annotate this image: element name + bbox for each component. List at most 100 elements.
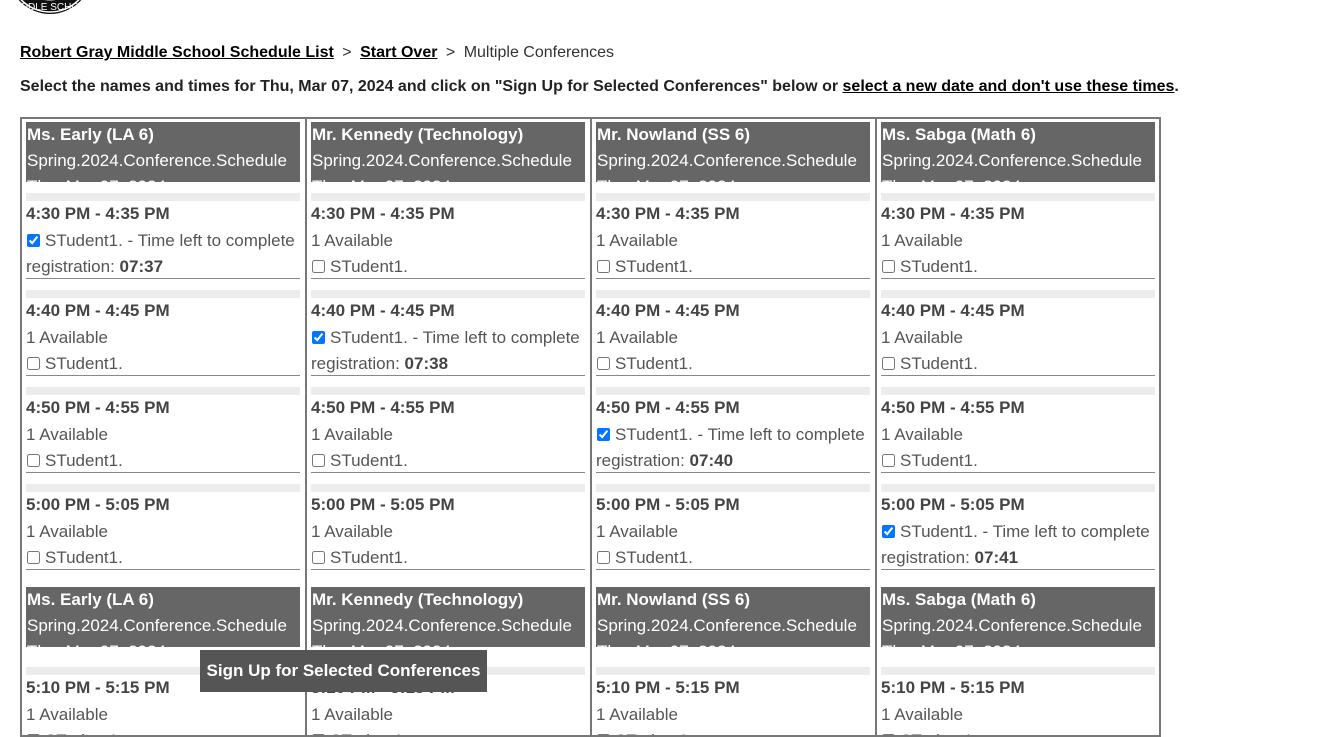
teacher-name: Ms. Early (LA 6) bbox=[27, 125, 154, 144]
student-checkbox[interactable] bbox=[597, 357, 610, 370]
student-option: STudent1. bbox=[881, 351, 1155, 378]
slot-divider bbox=[596, 290, 870, 298]
slot-availability: 1 Available bbox=[881, 230, 963, 250]
sign-up-selected-button[interactable]: Sign Up for Selected Conferences bbox=[200, 650, 487, 692]
schedule-name: Spring.2024.Conference.Schedule bbox=[597, 616, 857, 635]
slot-availability: 1 Available bbox=[881, 327, 963, 347]
slot-time: 4:50 PM - 4:55 PM bbox=[881, 398, 1025, 417]
student-name: STudent1. bbox=[45, 451, 123, 470]
slot-time: 4:30 PM - 4:35 PM bbox=[881, 204, 1025, 223]
student-checkbox[interactable] bbox=[882, 260, 895, 273]
slot-availability: 1 Available bbox=[596, 327, 678, 347]
student-checkbox[interactable] bbox=[312, 330, 325, 344]
time-slot: 4:30 PM - 4:35 PM 1 Available STudent1. bbox=[881, 193, 1155, 281]
student-checkbox[interactable] bbox=[27, 551, 40, 564]
student-name: STudent1. bbox=[330, 548, 408, 567]
student-checkbox[interactable] bbox=[27, 233, 40, 247]
student-name: STudent1. bbox=[45, 230, 123, 250]
slot-time: 4:30 PM - 4:35 PM bbox=[26, 204, 170, 223]
time-left-value: 07:40 bbox=[689, 451, 734, 470]
slot-divider bbox=[881, 387, 1155, 395]
slot-time: 4:50 PM - 4:55 PM bbox=[26, 398, 170, 417]
student-option: STudent1. bbox=[311, 254, 585, 281]
time-slot: 4:30 PM - 4:35 PM 1 Available STudent1. bbox=[596, 193, 870, 281]
slot-time: 5:00 PM - 5:05 PM bbox=[311, 495, 455, 514]
slot-availability: 1 Available bbox=[596, 230, 678, 250]
teacher-header: Ms. Early (LA 6) Spring.2024.Conference.S… bbox=[26, 587, 300, 647]
student-checkbox[interactable] bbox=[882, 454, 895, 467]
student-option: STudent1. bbox=[881, 728, 1155, 735]
conference-grid: Ms. Early (LA 6) Spring.2024.Conference.S… bbox=[20, 117, 1161, 737]
slot-availability: 1 Available bbox=[26, 521, 108, 541]
time-slot: 4:50 PM - 4:55 PM STudent1. - Time left t… bbox=[596, 387, 870, 473]
time-slot: 4:50 PM - 4:55 PM 1 Available STudent1. bbox=[881, 387, 1155, 473]
student-name: STudent1. bbox=[45, 548, 123, 567]
slot-time: 5:00 PM - 5:05 PM bbox=[26, 495, 170, 514]
time-slot: 4:50 PM - 4:55 PM 1 Available STudent1. bbox=[311, 387, 585, 475]
teacher-header: Ms. Sabga (Math 6) Spring.2024.Conference… bbox=[881, 122, 1155, 182]
student-checkbox[interactable] bbox=[882, 357, 895, 370]
student-checkbox[interactable] bbox=[27, 357, 40, 370]
teacher-name: Mr. Nowland (SS 6) bbox=[597, 590, 751, 609]
slot-time: 5:10 PM - 5:15 PM bbox=[881, 678, 1025, 697]
student-checkbox[interactable] bbox=[597, 551, 610, 564]
student-checkbox[interactable] bbox=[597, 260, 610, 273]
slot-time: 4:30 PM - 4:35 PM bbox=[596, 204, 740, 223]
school-schedule-list-link[interactable]: Robert Gray Middle School Schedule List bbox=[20, 44, 334, 61]
teacher-column: Ms. Sabga (Math 6) Spring.2024.Conference… bbox=[877, 119, 1159, 735]
slot-time: 4:40 PM - 4:45 PM bbox=[881, 301, 1025, 320]
student-option: STudent1. bbox=[596, 728, 870, 735]
student-option: STudent1. bbox=[311, 448, 585, 475]
slot-divider bbox=[881, 667, 1155, 675]
student-checkbox[interactable] bbox=[312, 454, 325, 467]
slot-divider bbox=[311, 290, 585, 298]
slot-time: 4:50 PM - 4:55 PM bbox=[596, 398, 740, 417]
slot-divider bbox=[881, 193, 1155, 201]
slot-divider bbox=[26, 290, 300, 298]
slot-availability: 1 Available bbox=[311, 521, 393, 541]
teacher-name: Ms. Sabga (Math 6) bbox=[882, 590, 1036, 609]
student-name: STudent1. bbox=[900, 451, 978, 470]
slot-availability: 1 Available bbox=[311, 424, 393, 444]
slot-time: 5:00 PM - 5:05 PM bbox=[881, 495, 1025, 514]
teacher-name: Mr. Kennedy (Technology) bbox=[312, 125, 524, 144]
student-checkbox[interactable] bbox=[882, 524, 895, 538]
slot-divider bbox=[596, 484, 870, 492]
schedule-date: Thu, Mar 07, 2024 bbox=[597, 639, 869, 647]
student-option: STudent1. - Time left to complete regist… bbox=[881, 519, 1155, 572]
schedule-date: Thu, Mar 07, 2024 bbox=[312, 174, 584, 182]
slot-divider bbox=[311, 387, 585, 395]
slot-availability: 1 Available bbox=[596, 521, 678, 541]
student-checkbox[interactable] bbox=[27, 454, 40, 467]
slot-availability: 1 Available bbox=[311, 230, 393, 250]
student-option: STudent1. bbox=[881, 254, 1155, 281]
teacher-header: Mr. Kennedy (Technology) Spring.2024.Conf… bbox=[311, 587, 585, 647]
schedule-name: Spring.2024.Conference.Schedule bbox=[882, 616, 1142, 635]
start-over-link[interactable]: Start Over bbox=[360, 44, 437, 61]
time-slot: 5:00 PM - 5:05 PM STudent1. - Time left t… bbox=[881, 484, 1155, 572]
slot-divider bbox=[596, 193, 870, 201]
slot-divider bbox=[596, 667, 870, 675]
time-slot: 4:30 PM - 4:35 PM STudent1. - Time left t… bbox=[26, 193, 300, 279]
time-slot: 4:40 PM - 4:45 PM STudent1. - Time left t… bbox=[311, 290, 585, 376]
select-new-date-link[interactable]: select a new date and don't use these ti… bbox=[843, 78, 1175, 95]
student-checkbox[interactable] bbox=[597, 427, 610, 441]
student-name: STudent1. bbox=[900, 731, 978, 735]
school-logo: IDDLE SCHOO bbox=[8, 0, 92, 14]
student-option: STudent1. bbox=[596, 545, 870, 572]
student-option: STudent1. bbox=[596, 351, 870, 378]
student-option: STudent1. bbox=[596, 254, 870, 281]
student-name: STudent1. bbox=[615, 548, 693, 567]
teacher-name: Ms. Early (LA 6) bbox=[27, 590, 154, 609]
slot-divider bbox=[881, 484, 1155, 492]
slot-divider bbox=[26, 387, 300, 395]
teacher-name: Mr. Nowland (SS 6) bbox=[597, 125, 751, 144]
student-option: STudent1. bbox=[26, 448, 300, 475]
time-slot: 4:40 PM - 4:45 PM 1 Available STudent1. bbox=[26, 290, 300, 376]
slot-time: 5:00 PM - 5:05 PM bbox=[596, 495, 740, 514]
student-checkbox[interactable] bbox=[312, 551, 325, 564]
student-checkbox[interactable] bbox=[312, 260, 325, 273]
schedule-name: Spring.2024.Conference.Schedule bbox=[312, 151, 572, 170]
time-slot: 5:10 PM - 5:15 PM1 AvailableSTudent1. bbox=[881, 667, 1155, 735]
time-slot: 4:40 PM - 4:45 PM 1 Available STudent1. bbox=[596, 290, 870, 378]
